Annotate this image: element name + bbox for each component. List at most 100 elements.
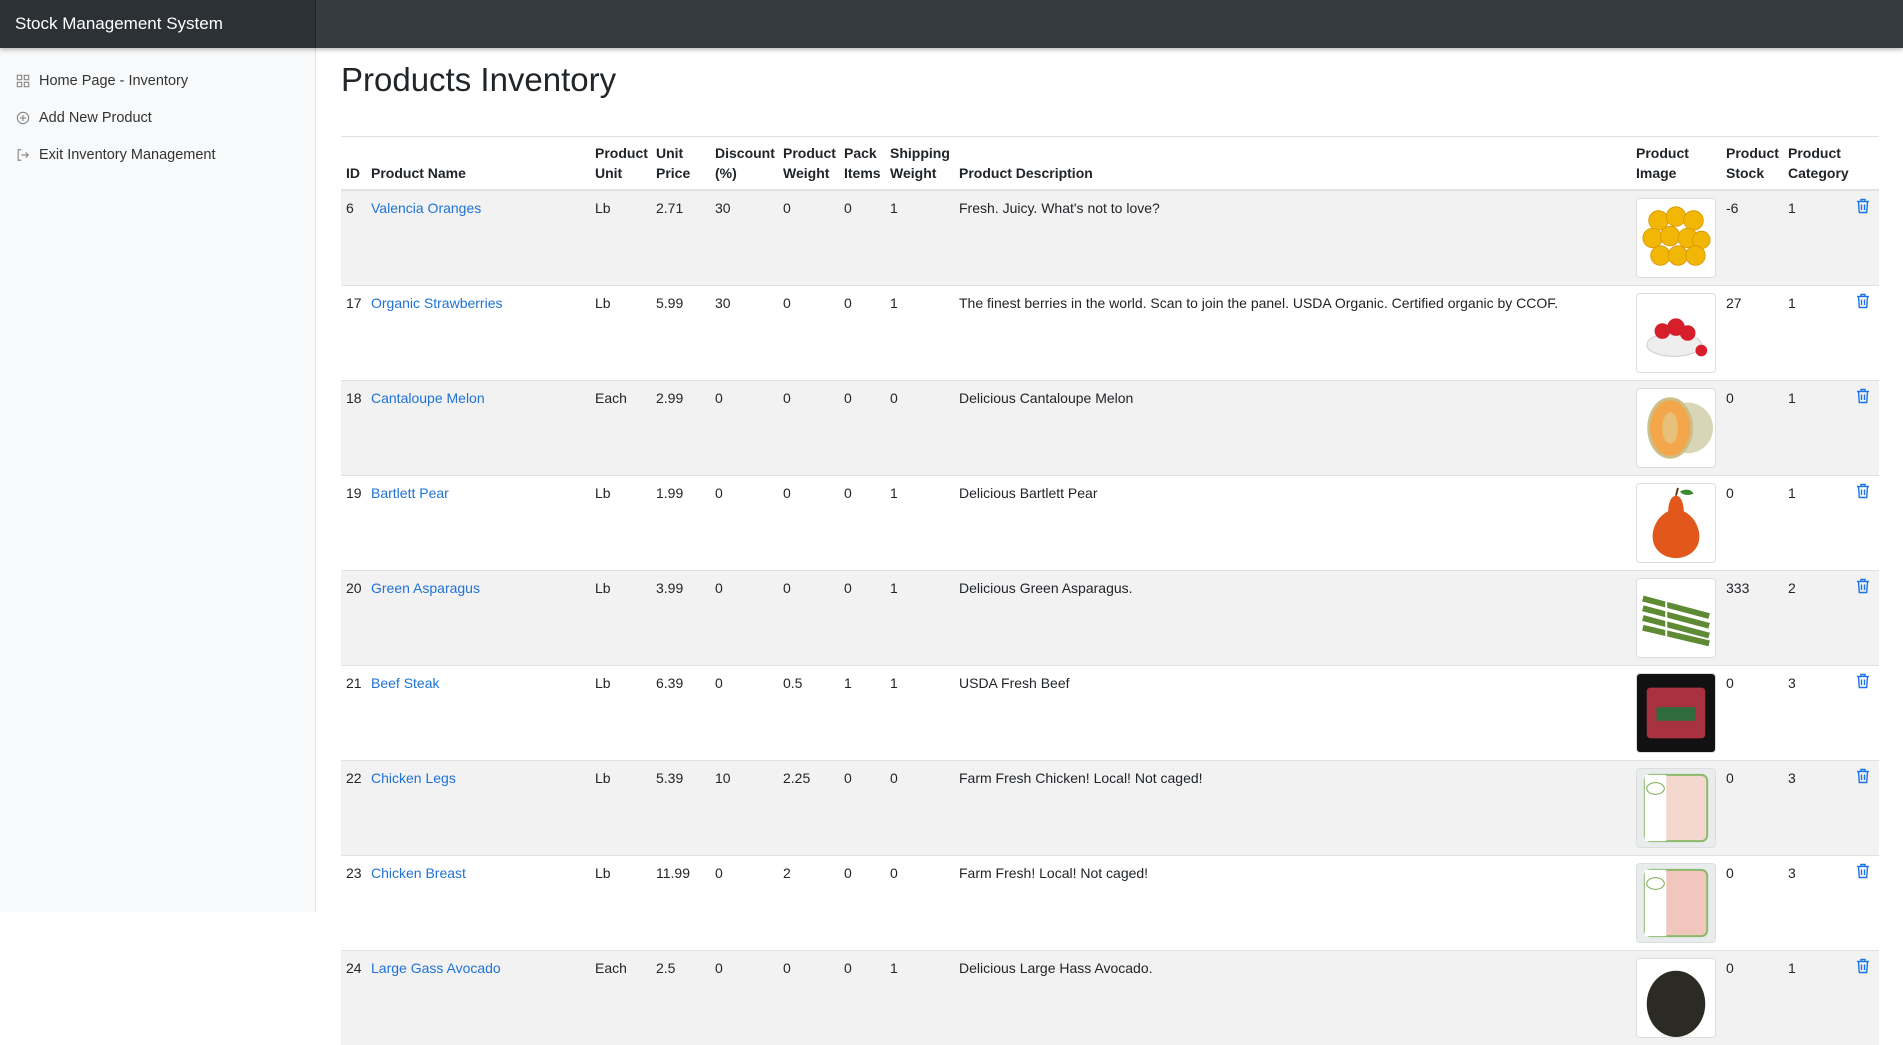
grid-icon (16, 74, 30, 88)
product-name-link[interactable]: Bartlett Pear (371, 485, 449, 501)
col-header-stock[interactable]: Product Stock (1721, 137, 1783, 191)
col-header-actions (1851, 137, 1879, 191)
cell-description: Delicious Cantaloupe Melon (954, 381, 1631, 476)
col-header-weight[interactable]: Product Weight (778, 137, 839, 191)
cell-category: 1 (1783, 381, 1851, 476)
col-header-name[interactable]: Product Name (366, 137, 590, 191)
main-content: Products Inventory ID Product Name Produ… (341, 48, 1879, 1045)
cell-description: Farm Fresh Chicken! Local! Not caged! (954, 761, 1631, 856)
cell-name: Chicken Breast (366, 856, 590, 951)
cell-price: 5.99 (651, 286, 710, 381)
cell-category: 3 (1783, 666, 1851, 761)
cell-discount: 30 (710, 286, 778, 381)
product-name-link[interactable]: Chicken Breast (371, 865, 466, 881)
cell-image (1631, 381, 1721, 476)
table-row: 17 Organic Strawberries Lb 5.99 30 0 0 1… (341, 286, 1879, 381)
product-name-link[interactable]: Green Asparagus (371, 580, 480, 596)
cell-category: 3 (1783, 856, 1851, 951)
cell-discount: 0 (710, 571, 778, 666)
delete-trash-icon[interactable] (1856, 388, 1870, 404)
col-header-price[interactable]: Unit Price (651, 137, 710, 191)
cell-stock: 0 (1721, 476, 1783, 571)
cell-pack: 0 (839, 856, 885, 951)
melon-image (1636, 388, 1716, 468)
product-name-link[interactable]: Organic Strawberries (371, 295, 503, 311)
cell-category: 2 (1783, 571, 1851, 666)
app-brand[interactable]: Stock Management System (0, 0, 316, 48)
cell-price: 6.39 (651, 666, 710, 761)
delete-trash-icon[interactable] (1856, 768, 1870, 784)
table-row: 19 Bartlett Pear Lb 1.99 0 0 0 1 Delicio… (341, 476, 1879, 571)
delete-trash-icon[interactable] (1856, 198, 1870, 214)
cell-actions (1851, 666, 1879, 761)
cell-unit: Lb (590, 761, 651, 856)
log-out-icon (16, 148, 30, 162)
cell-description: Fresh. Juicy. What's not to love? (954, 190, 1631, 286)
pear-image (1636, 483, 1716, 563)
sidebar-item-home[interactable]: Home Page - Inventory (0, 62, 315, 99)
sidebar-item-add-product[interactable]: Add New Product (0, 99, 315, 136)
cell-description: The finest berries in the world. Scan to… (954, 286, 1631, 381)
cell-shipping: 0 (885, 381, 954, 476)
cell-weight: 0 (778, 190, 839, 286)
delete-trash-icon[interactable] (1856, 483, 1870, 499)
delete-trash-icon[interactable] (1856, 673, 1870, 689)
cell-unit: Lb (590, 666, 651, 761)
cell-shipping: 1 (885, 571, 954, 666)
sidebar-item-exit[interactable]: Exit Inventory Management (0, 136, 315, 173)
cell-name: Large Gass Avocado (366, 951, 590, 1045)
cell-unit: Each (590, 951, 651, 1045)
col-header-pack[interactable]: Pack Items (839, 137, 885, 191)
cell-pack: 0 (839, 571, 885, 666)
delete-trash-icon[interactable] (1856, 293, 1870, 309)
col-header-image[interactable]: Product Image (1631, 137, 1721, 191)
cell-stock: 0 (1721, 666, 1783, 761)
cell-shipping: 1 (885, 476, 954, 571)
cell-pack: 0 (839, 951, 885, 1045)
cell-name: Bartlett Pear (366, 476, 590, 571)
product-name-link[interactable]: Chicken Legs (371, 770, 456, 786)
cell-image (1631, 666, 1721, 761)
cell-id: 17 (341, 286, 366, 381)
product-name-link[interactable]: Valencia Oranges (371, 200, 481, 216)
cell-image (1631, 190, 1721, 286)
delete-trash-icon[interactable] (1856, 578, 1870, 594)
sidebar-item-label: Exit Inventory Management (39, 147, 216, 163)
cell-unit: Lb (590, 856, 651, 951)
cell-image (1631, 476, 1721, 571)
col-header-description[interactable]: Product Description (954, 137, 1631, 191)
cell-actions (1851, 571, 1879, 666)
cell-stock: 27 (1721, 286, 1783, 381)
cell-id: 23 (341, 856, 366, 951)
delete-trash-icon[interactable] (1856, 863, 1870, 879)
cell-name: Cantaloupe Melon (366, 381, 590, 476)
cell-price: 2.99 (651, 381, 710, 476)
cell-description: Delicious Large Hass Avocado. (954, 951, 1631, 1045)
cell-category: 1 (1783, 476, 1851, 571)
col-header-unit[interactable]: Product Unit (590, 137, 651, 191)
cell-shipping: 1 (885, 666, 954, 761)
table-row: 21 Beef Steak Lb 6.39 0 0.5 1 1 USDA Fre… (341, 666, 1879, 761)
cell-pack: 0 (839, 476, 885, 571)
cell-shipping: 1 (885, 951, 954, 1045)
product-name-link[interactable]: Cantaloupe Melon (371, 390, 485, 406)
col-header-discount[interactable]: Discount (%) (710, 137, 778, 191)
cell-stock: 0 (1721, 951, 1783, 1045)
cell-actions (1851, 190, 1879, 286)
cell-actions (1851, 286, 1879, 381)
cell-actions (1851, 381, 1879, 476)
product-name-link[interactable]: Large Gass Avocado (371, 960, 501, 976)
delete-trash-icon[interactable] (1856, 958, 1870, 974)
cell-pack: 0 (839, 190, 885, 286)
col-header-id[interactable]: ID (341, 137, 366, 191)
cell-stock: 0 (1721, 856, 1783, 951)
col-header-shipping[interactable]: Shipping Weight (885, 137, 954, 191)
cell-discount: 30 (710, 190, 778, 286)
cell-id: 20 (341, 571, 366, 666)
col-header-category[interactable]: Product Category (1783, 137, 1851, 191)
cell-image (1631, 951, 1721, 1045)
cell-id: 24 (341, 951, 366, 1045)
cell-unit: Each (590, 381, 651, 476)
product-name-link[interactable]: Beef Steak (371, 675, 440, 691)
cell-price: 5.39 (651, 761, 710, 856)
